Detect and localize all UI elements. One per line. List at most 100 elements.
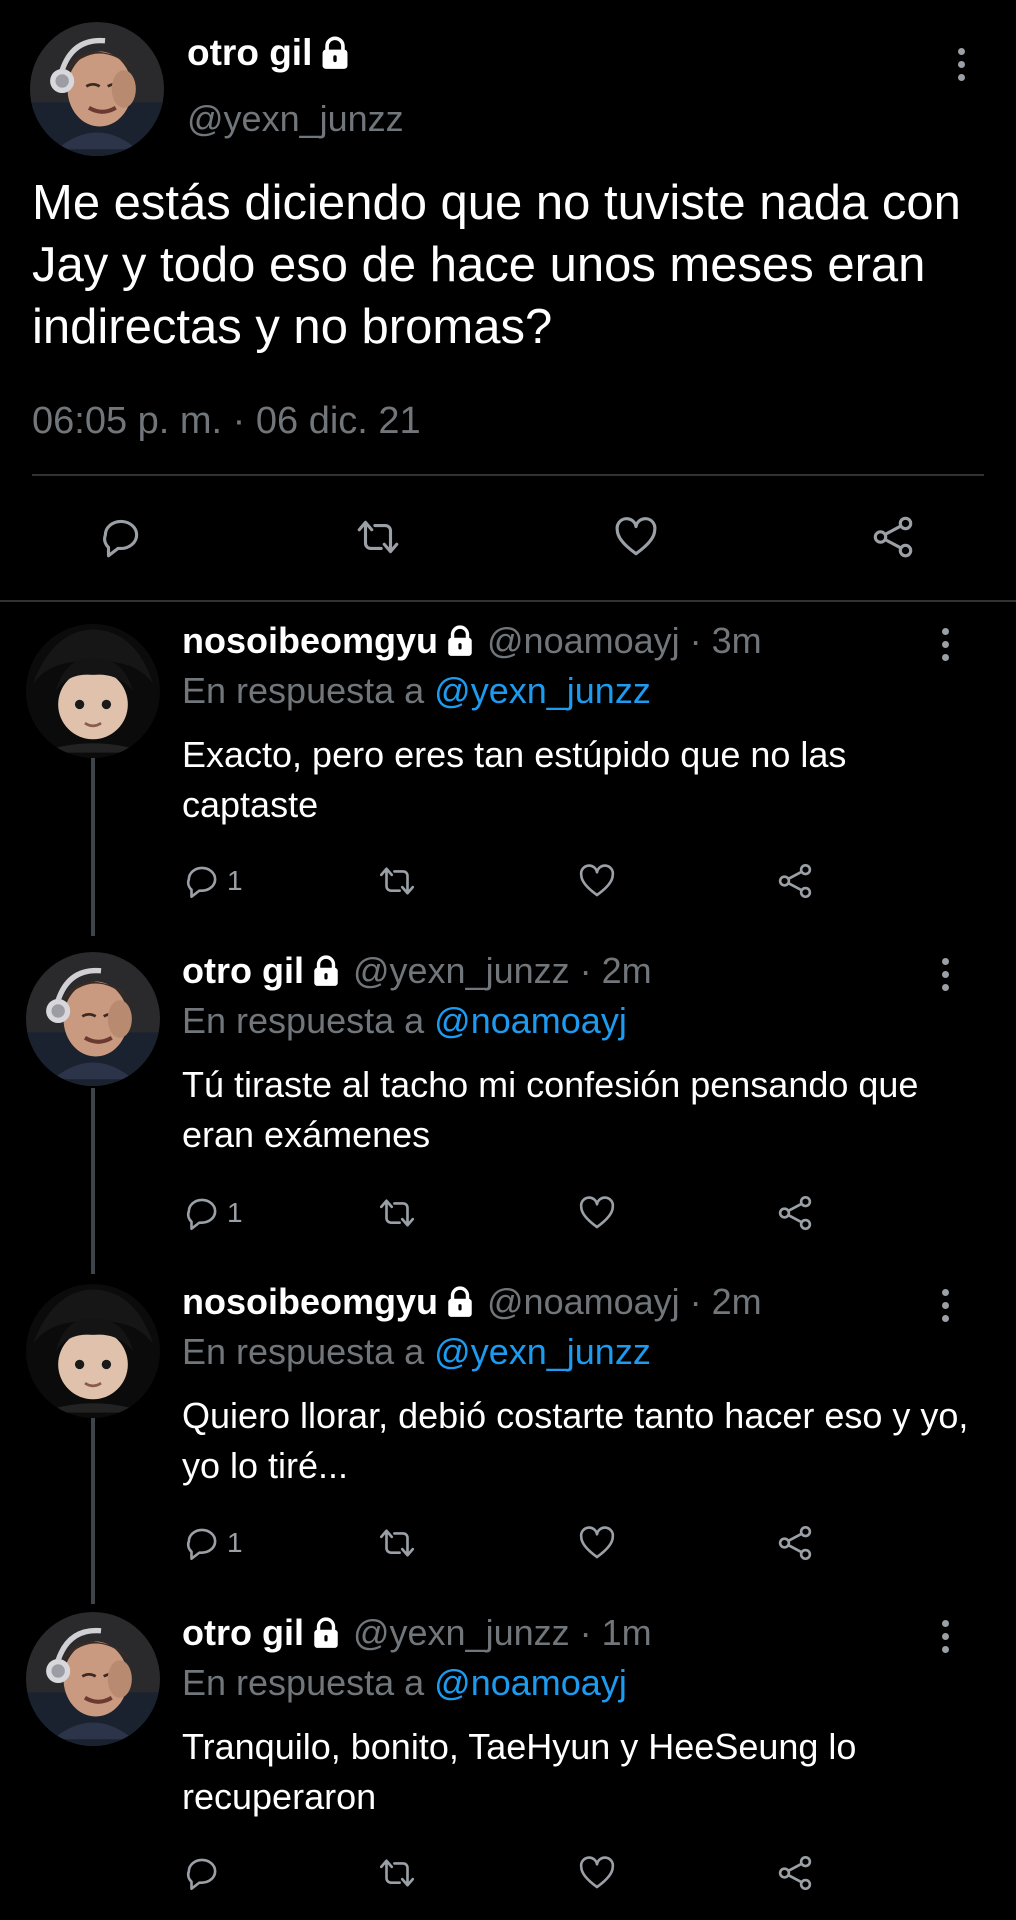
author-display-name[interactable]: nosoibeomgyu	[182, 620, 438, 662]
heart-icon	[576, 860, 618, 902]
tweet-timestamp[interactable]: 06:05 p. m. · 06 dic. 21	[32, 400, 421, 443]
handle-and-time[interactable]: @noamoayj · 2m	[487, 1281, 762, 1323]
reply-header: nosoibeomgyu @noamoayj · 3m	[182, 620, 762, 662]
reply-header: nosoibeomgyu @noamoayj · 2m	[182, 1281, 762, 1323]
like-button[interactable]	[576, 860, 618, 902]
retweet-button[interactable]	[376, 1192, 418, 1234]
like-button[interactable]	[576, 1522, 618, 1564]
reply-text: Tú tiraste al tacho mi confesión pensand…	[182, 1064, 919, 1155]
retweet-button[interactable]	[376, 860, 418, 902]
lock-icon	[445, 625, 475, 657]
avatar[interactable]	[26, 1612, 160, 1746]
lock-icon	[311, 1617, 341, 1649]
avatar-image	[30, 22, 164, 156]
mention-link[interactable]: @yexn_junzz	[434, 1331, 651, 1372]
reply-text: Exacto, pero eres tan estúpido que no la…	[182, 734, 847, 825]
reply-button[interactable]	[96, 512, 146, 562]
handle-and-time[interactable]: @yexn_junzz · 1m	[353, 1612, 652, 1654]
divider	[32, 474, 984, 476]
retweet-button[interactable]	[376, 1852, 418, 1894]
display-name-text: otro gil	[187, 32, 313, 73]
retweet-button[interactable]	[353, 512, 403, 562]
reply-button[interactable]	[181, 1852, 223, 1894]
lock-icon	[319, 36, 351, 70]
retweet-icon	[376, 1192, 418, 1234]
share-button[interactable]	[774, 1852, 816, 1894]
mention-link[interactable]: @noamoayj	[434, 1000, 627, 1041]
mention-link[interactable]: @yexn_junzz	[434, 670, 651, 711]
reply-button[interactable]: 1	[181, 860, 243, 902]
lock-icon	[445, 1286, 475, 1318]
reply-text: Quiero llorar, debió costarte tanto hace…	[182, 1395, 969, 1486]
more-dots-icon[interactable]	[930, 1289, 960, 1322]
like-button[interactable]	[576, 1852, 618, 1894]
heart-icon	[576, 1852, 618, 1894]
more-dots-icon[interactable]	[930, 1620, 960, 1653]
author-display-name[interactable]: otro gil	[187, 32, 351, 74]
share-icon	[774, 860, 816, 902]
reply-prefix: En respuesta a	[182, 1331, 425, 1372]
reply-icon	[181, 860, 223, 902]
reply-button[interactable]: 1	[181, 1192, 243, 1234]
reply-header: otro gil @yexn_junzz · 1m	[182, 1612, 652, 1654]
author-handle[interactable]: @yexn_junzz	[187, 98, 404, 140]
share-button[interactable]	[774, 1192, 816, 1234]
avatar[interactable]	[30, 22, 164, 156]
share-button[interactable]	[868, 512, 918, 562]
thread-line	[91, 1418, 95, 1604]
reply-count: 1	[227, 1197, 243, 1228]
tweet-text: Me estás diciendo que no tuviste nada co…	[32, 176, 961, 354]
tweet-thread-view: otro gil @yexn_junzz Me estás diciendo q…	[0, 0, 1016, 1920]
heart-icon	[576, 1192, 618, 1234]
avatar[interactable]	[26, 1284, 160, 1418]
author-display-name[interactable]: otro gil	[182, 1612, 304, 1654]
avatar-image	[26, 624, 160, 758]
handle-and-time[interactable]: @yexn_junzz · 2m	[353, 950, 652, 992]
reply-icon	[181, 1522, 223, 1564]
avatar[interactable]	[26, 624, 160, 758]
reply-icon	[181, 1852, 223, 1894]
author-display-name[interactable]: otro gil	[182, 950, 304, 992]
more-dots-icon[interactable]	[930, 628, 960, 661]
reply-icon	[181, 1192, 223, 1234]
mention-link[interactable]: @noamoayj	[434, 1662, 627, 1703]
retweet-icon	[376, 1852, 418, 1894]
reply-button[interactable]: 1	[181, 1522, 243, 1564]
reply-context: En respuesta a @noamoayj	[182, 1662, 627, 1704]
avatar-image	[26, 952, 160, 1086]
share-button[interactable]	[774, 1522, 816, 1564]
share-icon	[774, 1852, 816, 1894]
share-icon	[774, 1522, 816, 1564]
reply-context: En respuesta a @yexn_junzz	[182, 1331, 651, 1373]
reply-text: Tranquilo, bonito, TaeHyun y HeeSeung lo…	[182, 1726, 857, 1817]
like-button[interactable]	[611, 512, 661, 562]
handle-and-time[interactable]: @noamoayj · 3m	[487, 620, 762, 662]
reply-header: otro gil @yexn_junzz · 2m	[182, 950, 652, 992]
thread-line	[91, 756, 95, 936]
avatar-image	[26, 1284, 160, 1418]
reply-context: En respuesta a @noamoayj	[182, 1000, 627, 1042]
reply-count: 1	[227, 1527, 243, 1558]
avatar[interactable]	[26, 952, 160, 1086]
thread-line	[91, 1088, 95, 1274]
author-display-name[interactable]: nosoibeomgyu	[182, 1281, 438, 1323]
retweet-icon	[353, 512, 403, 562]
divider	[0, 600, 1016, 602]
like-button[interactable]	[576, 1192, 618, 1234]
share-icon	[868, 512, 918, 562]
reply-icon	[96, 512, 146, 562]
share-button[interactable]	[774, 860, 816, 902]
retweet-button[interactable]	[376, 1522, 418, 1564]
reply-context: En respuesta a @yexn_junzz	[182, 670, 651, 712]
share-icon	[774, 1192, 816, 1234]
lock-icon	[311, 955, 341, 987]
retweet-icon	[376, 1522, 418, 1564]
reply-prefix: En respuesta a	[182, 1662, 425, 1703]
reply-prefix: En respuesta a	[182, 1000, 425, 1041]
heart-icon	[576, 1522, 618, 1564]
avatar-image	[26, 1612, 160, 1746]
reply-prefix: En respuesta a	[182, 670, 425, 711]
more-dots-icon[interactable]	[946, 48, 976, 81]
reply-count: 1	[227, 865, 243, 896]
more-dots-icon[interactable]	[930, 958, 960, 991]
